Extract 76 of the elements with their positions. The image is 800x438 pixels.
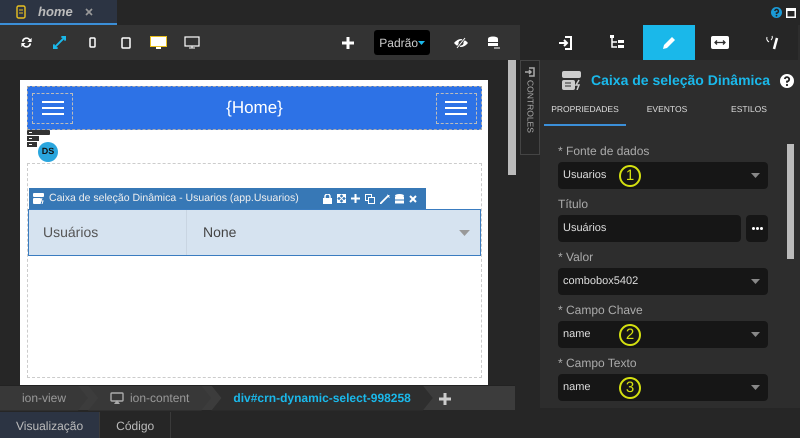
lock-icon[interactable] bbox=[322, 194, 332, 204]
close-icon[interactable] bbox=[84, 8, 93, 16]
caret-icon bbox=[751, 172, 760, 178]
scrollbar[interactable] bbox=[508, 60, 516, 175]
controls-side-tab[interactable]: CONTROLES bbox=[520, 60, 540, 155]
breadcrumb[interactable]: ion-content bbox=[88, 386, 212, 410]
help-icon[interactable] bbox=[780, 74, 794, 88]
eye-slash-icon[interactable] bbox=[452, 36, 468, 48]
select-field[interactable]: combobox5402 bbox=[558, 268, 768, 295]
menu-icon bbox=[42, 101, 64, 115]
field-label: * Fonte de dados bbox=[558, 142, 650, 160]
resize-icon bbox=[711, 36, 730, 49]
field-value: combobox5402 bbox=[563, 274, 638, 289]
server-icon bbox=[27, 130, 50, 148]
import-icon bbox=[525, 67, 535, 77]
field-value: Usuarios bbox=[563, 168, 606, 183]
menu-button[interactable] bbox=[32, 92, 73, 124]
field-label: * Campo Chave bbox=[558, 302, 644, 319]
refresh-icon[interactable] bbox=[20, 36, 33, 49]
phone-icon[interactable] bbox=[89, 37, 96, 48]
select-component-icon bbox=[562, 71, 581, 90]
document-tab[interactable]: home bbox=[0, 0, 117, 25]
plus-icon[interactable] bbox=[342, 36, 354, 48]
caret-icon bbox=[751, 332, 760, 337]
import-icon bbox=[558, 34, 574, 50]
field-value: name bbox=[563, 327, 591, 342]
caret-icon bbox=[751, 384, 760, 390]
select-value: None bbox=[203, 223, 236, 242]
header-title: {Home} bbox=[226, 97, 283, 120]
magic-wand-icon bbox=[764, 34, 779, 50]
field-label: * Valor bbox=[558, 248, 594, 266]
add-icon[interactable] bbox=[438, 392, 451, 405]
field-value: name bbox=[563, 380, 591, 395]
window-icon[interactable] bbox=[786, 8, 796, 18]
select-component-icon bbox=[33, 193, 44, 204]
view-tab[interactable]: Visualização bbox=[0, 412, 100, 438]
desktop-icon[interactable] bbox=[150, 36, 167, 50]
menu-icon bbox=[445, 101, 468, 115]
panel-subtab[interactable]: PROPRIEDADES bbox=[544, 91, 626, 126]
datasource-badge: DS bbox=[38, 142, 58, 162]
breadcrumb[interactable]: ion-view bbox=[0, 386, 88, 410]
file-icon bbox=[16, 4, 26, 18]
monitor-icon[interactable] bbox=[184, 36, 200, 49]
tablet-icon[interactable] bbox=[120, 36, 130, 48]
caret-icon bbox=[751, 278, 760, 284]
database-icon[interactable] bbox=[487, 36, 500, 49]
more-button[interactable] bbox=[746, 214, 768, 242]
callout-number: 2 bbox=[619, 324, 641, 346]
dynamic-select[interactable]: Usuários None bbox=[28, 209, 481, 256]
select-field[interactable]: name 2 bbox=[558, 320, 768, 348]
cast-icon bbox=[110, 392, 124, 404]
more-icon bbox=[752, 226, 762, 230]
scrollbar[interactable] bbox=[787, 144, 794, 259]
caret-icon bbox=[418, 40, 425, 44]
component-label: Caixa de seleção Dinâmica - Usuarios (app.Usuarios) bbox=[49, 190, 299, 206]
callout-number: 3 bbox=[619, 376, 641, 399]
magic-wand-icon[interactable] bbox=[380, 194, 390, 204]
panel-title: Caixa de seleção Dinâmica bbox=[591, 71, 770, 90]
expand-icon[interactable] bbox=[53, 36, 66, 49]
field-label: * Campo Texto bbox=[558, 354, 638, 372]
breadcrumb[interactable]: div#crn-dynamic-select-998258 bbox=[211, 386, 433, 410]
copy-icon[interactable] bbox=[364, 194, 375, 204]
pencil-icon bbox=[660, 34, 677, 50]
select-label: Usuários bbox=[42, 223, 100, 242]
select-field[interactable]: Usuarios 1 bbox=[558, 162, 768, 189]
select-field[interactable]: name 3 bbox=[558, 374, 768, 401]
panel-subtab[interactable]: EVENTOS bbox=[626, 91, 708, 126]
caret-icon bbox=[459, 230, 470, 236]
theme-dropdown[interactable]: Padrão bbox=[374, 30, 430, 55]
panel-subtab[interactable]: ESTILOS bbox=[708, 91, 790, 126]
field-label: Título bbox=[558, 196, 590, 213]
side-tab-label: CONTROLES bbox=[524, 80, 536, 133]
tree-icon bbox=[609, 35, 626, 50]
menu-button[interactable] bbox=[436, 92, 477, 124]
text-field[interactable]: Usuários bbox=[558, 214, 741, 242]
callout-number: 1 bbox=[619, 164, 641, 187]
